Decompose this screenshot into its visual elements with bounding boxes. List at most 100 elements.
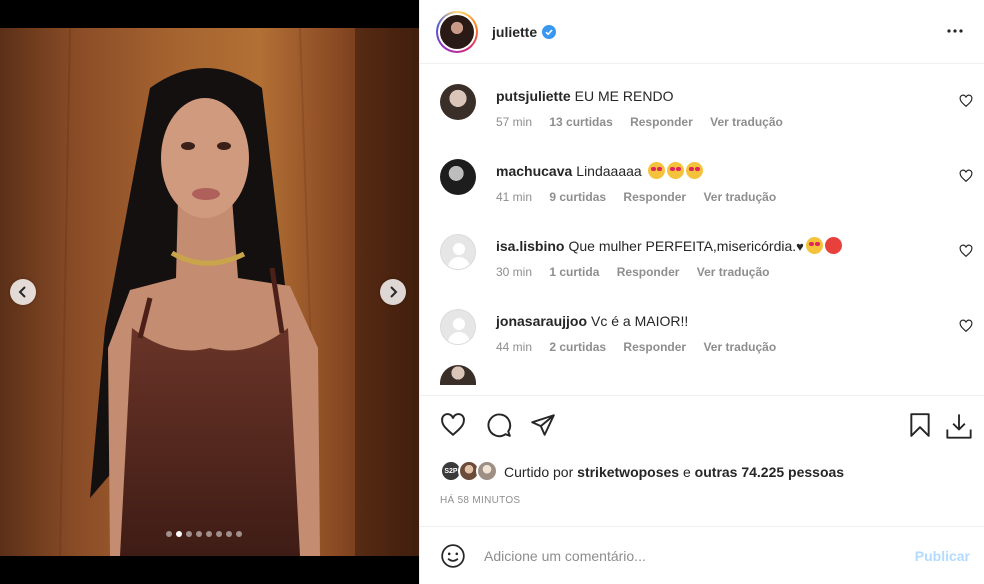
commenter-username[interactable]: putsjuliette — [496, 88, 571, 104]
emoji-picker-button[interactable] — [440, 543, 466, 569]
comment-text: jonasaraujjoo Vc é a MAIOR!! — [496, 312, 688, 330]
comment-time: 41 min — [496, 190, 533, 204]
heart-eyes-emoji-icon — [666, 162, 684, 179]
comment-item: isa.lisbino Que mulher PERFEITA,misericór… — [420, 215, 984, 290]
likes-summary[interactable]: S2P Curtido por striketwoposes e outras … — [440, 460, 844, 484]
comment-likes[interactable]: 2 curtidas — [549, 340, 606, 354]
comment-text: machucava Lindaaaaa — [496, 162, 703, 180]
carousel-dot — [186, 531, 192, 537]
comment-text: isa.lisbino Que mulher PERFEITA,misericór… — [496, 237, 842, 256]
comment-like-button[interactable] — [959, 244, 973, 263]
likes-connector: e — [682, 464, 691, 480]
comment-input[interactable] — [484, 547, 884, 564]
heart-icon — [959, 244, 973, 258]
comment-message: Que mulher PERFEITA,misericórdia. — [568, 238, 797, 254]
comment-time: 44 min — [496, 340, 533, 354]
save-button[interactable] — [907, 412, 933, 443]
comment-text: putsjuliette EU ME RENDO — [496, 87, 673, 105]
comment-meta: 41 min 9 curtidas Responder Ver tradução — [496, 190, 790, 204]
carousel-dot — [166, 531, 172, 537]
translate-button[interactable]: Ver tradução — [710, 115, 783, 129]
download-button[interactable] — [945, 412, 973, 445]
paper-plane-icon — [531, 414, 555, 436]
reply-button[interactable]: Responder — [630, 115, 693, 129]
carousel-dot — [236, 531, 242, 537]
heart-icon — [959, 169, 973, 183]
commenter-avatar[interactable] — [440, 159, 476, 195]
chevron-left-icon — [18, 286, 26, 298]
comment-meta: 44 min 2 curtidas Responder Ver tradução — [496, 340, 790, 354]
comment-item: machucava Lindaaaaa 41 min 9 curtidas Res… — [420, 140, 984, 215]
comment-button[interactable] — [486, 412, 512, 443]
translate-button[interactable]: Ver tradução — [703, 190, 776, 204]
post-photo — [0, 28, 419, 556]
author-username[interactable]: juliette — [492, 24, 537, 40]
commenter-username[interactable]: jonasaraujjoo — [496, 313, 587, 329]
comment-item: putsjuliette EU ME RENDO 57 min 13 curtid… — [420, 65, 984, 140]
comment-message: Lindaaaaa — [576, 163, 642, 179]
more-horizontal-icon — [947, 29, 963, 33]
comment-likes[interactable]: 1 curtida — [549, 265, 599, 279]
verified-badge-icon — [542, 24, 557, 39]
carousel-dot-active — [176, 531, 182, 537]
carousel-dots — [166, 531, 242, 537]
comment-likes[interactable]: 9 curtidas — [549, 190, 606, 204]
translate-button[interactable]: Ver tradução — [697, 265, 770, 279]
comment-meta: 57 min 13 curtidas Responder Ver traduçã… — [496, 115, 797, 129]
carousel-dot — [196, 531, 202, 537]
post-header: juliette — [420, 0, 984, 64]
more-options-button[interactable] — [946, 22, 964, 45]
commenter-avatar[interactable] — [440, 84, 476, 120]
smiley-icon — [441, 543, 465, 568]
chevron-right-icon — [390, 286, 398, 298]
heart-icon — [959, 319, 973, 333]
comment-message: Vc é a MAIOR!! — [591, 313, 689, 329]
commenter-avatar[interactable] — [440, 309, 476, 345]
author-avatar[interactable] — [436, 10, 478, 53]
comment-like-button[interactable] — [959, 319, 973, 338]
add-comment-bar: Publicar — [420, 527, 984, 584]
comments-list[interactable]: putsjuliette EU ME RENDO 57 min 13 curtid… — [420, 65, 984, 395]
carousel-dot — [216, 531, 222, 537]
comment-like-button[interactable] — [959, 169, 973, 188]
next-image-button[interactable] — [380, 279, 406, 305]
commenter-avatar[interactable] — [440, 234, 476, 270]
heart-eyes-emoji-icon — [805, 237, 823, 254]
comment-time: 57 min — [496, 115, 533, 129]
publish-button[interactable]: Publicar — [915, 548, 970, 564]
angry-face-emoji-icon — [824, 237, 842, 254]
comment-time: 30 min — [496, 265, 533, 279]
heart-icon — [441, 413, 465, 437]
liker-avatars: S2P — [440, 460, 500, 484]
comment-like-button[interactable] — [959, 94, 973, 113]
carousel-dot — [226, 531, 232, 537]
carousel-dot — [206, 531, 212, 537]
comment-likes[interactable]: 13 curtidas — [549, 115, 612, 129]
comment-item-partial — [420, 365, 984, 385]
translate-button[interactable]: Ver tradução — [703, 340, 776, 354]
commenter-avatar[interactable] — [440, 365, 476, 385]
heart-eyes-emoji-icon — [685, 162, 703, 179]
post-actions-section: S2P Curtido por striketwoposes e outras … — [420, 395, 984, 527]
post-media — [0, 0, 419, 584]
commenter-username[interactable]: machucava — [496, 163, 572, 179]
reply-button[interactable]: Responder — [623, 340, 686, 354]
download-icon — [946, 414, 972, 439]
commenter-username[interactable]: isa.lisbino — [496, 238, 564, 254]
heart-eyes-smiling-emoji-icon — [647, 162, 665, 179]
likes-others[interactable]: outras 74.225 pessoas — [695, 464, 844, 480]
bookmark-icon — [910, 413, 930, 437]
like-button[interactable] — [440, 412, 466, 443]
reply-button[interactable]: Responder — [623, 190, 686, 204]
previous-image-button[interactable] — [10, 279, 36, 305]
post-timestamp[interactable]: HÁ 58 MINUTOS — [440, 495, 520, 506]
comment-meta: 30 min 1 curtida Responder Ver tradução — [496, 265, 783, 279]
reply-button[interactable]: Responder — [617, 265, 680, 279]
comment-message: EU ME RENDO — [574, 88, 674, 104]
share-button[interactable] — [530, 412, 556, 443]
comment-bubble-icon — [487, 413, 512, 438]
likes-first-user[interactable]: striketwoposes — [577, 464, 679, 480]
avatar-photo — [440, 14, 474, 49]
likes-prefix: Curtido por — [504, 464, 574, 480]
instagram-post-dialog: juliette putsjuliette EU ME RENDO 57 min … — [0, 0, 984, 584]
